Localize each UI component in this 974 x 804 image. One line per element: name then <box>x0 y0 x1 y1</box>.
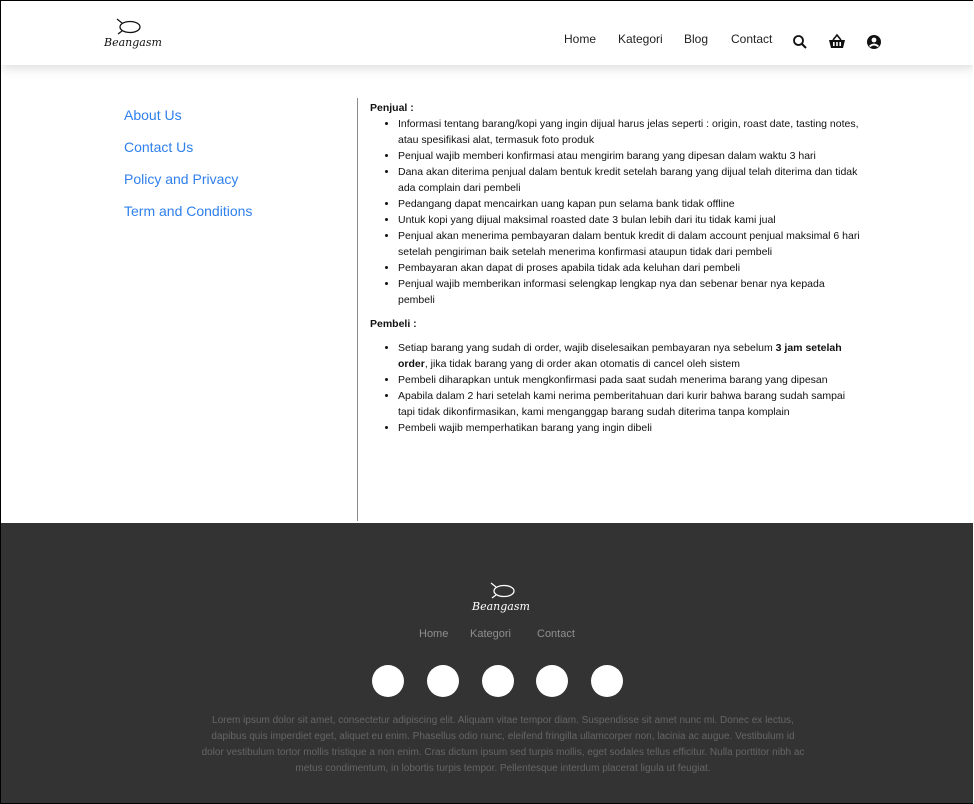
list-item: Informasi tentang barang/kopi yang ingin… <box>398 116 860 148</box>
nav-contact[interactable]: Contact <box>731 32 772 46</box>
list-item: Pembeli wajib memperhatikan barang yang … <box>398 420 860 436</box>
pembeli-first-after: , jika tidak barang yang di order akan o… <box>424 358 741 370</box>
search-icon[interactable] <box>792 34 810 52</box>
pembeli-first-before: Setiap barang yang sudah di order, wajib… <box>398 342 776 354</box>
logo-bean-icon: Beangasm <box>103 18 162 49</box>
social-icon-1[interactable] <box>372 665 404 697</box>
social-icon-2[interactable] <box>427 665 459 697</box>
social-icon-3[interactable] <box>482 665 514 697</box>
nav-blog[interactable]: Blog <box>684 32 708 46</box>
footer-logo-text: Beangasm <box>471 600 530 613</box>
list-item: Setiap barang yang sudah di order, wajib… <box>398 340 860 372</box>
pembeli-list: Setiap barang yang sudah di order, wajib… <box>370 340 860 436</box>
penjual-title: Penjual : <box>370 102 414 114</box>
nav-home[interactable]: Home <box>564 32 596 46</box>
list-item: Untuk kopi yang dijual maksimal roasted … <box>398 212 860 228</box>
social-icon-4[interactable] <box>536 665 568 697</box>
sidebar-link-contact-us[interactable]: Contact Us <box>124 139 193 155</box>
footer-logo[interactable]: Beangasm <box>468 581 538 615</box>
logo-text: Beangasm <box>103 36 162 49</box>
social-icon-5[interactable] <box>591 665 623 697</box>
sidebar-link-about-us[interactable]: About Us <box>124 107 182 123</box>
penjual-list: Informasi tentang barang/kopi yang ingin… <box>370 116 860 308</box>
footer-nav-kategori[interactable]: Kategori <box>470 628 511 640</box>
footer-nav-contact[interactable]: Contact <box>537 628 575 640</box>
basket-icon[interactable] <box>828 33 846 52</box>
sidebar-link-terms-conditions[interactable]: Term and Conditions <box>124 203 252 219</box>
list-item: Penjual wajib memberi konfirmasi atau me… <box>398 148 860 164</box>
pembeli-title: Pembeli : <box>370 318 417 330</box>
list-item: Dana akan diterima penjual dalam bentuk … <box>398 164 860 196</box>
list-item: Pembeli diharapkan untuk mengkonfirmasi … <box>398 372 860 388</box>
site-footer: Beangasm Home Kategori Contact Lorem ips… <box>1 523 973 803</box>
page-frame: Beangasm Home Kategori Blog Contact Abou… <box>0 0 973 804</box>
terms-content: Penjual : Informasi tentang barang/kopi … <box>370 100 860 436</box>
footer-logo-bean-icon: Beangasm <box>471 582 530 613</box>
sidebar-link-policy-privacy[interactable]: Policy and Privacy <box>124 171 238 187</box>
logo[interactable]: Beangasm <box>100 17 170 51</box>
list-item: Apabila dalam 2 hari setelah kami nerima… <box>398 388 860 420</box>
site-header: Beangasm Home Kategori Blog Contact <box>1 1 973 65</box>
content-divider <box>357 98 358 521</box>
user-circle-icon[interactable] <box>866 34 884 52</box>
footer-description: Lorem ipsum dolor sit amet, consectetur … <box>201 715 805 774</box>
list-item: Penjual wajib memberikan informasi selen… <box>398 276 860 308</box>
list-item: Pembayaran akan dapat di proses apabila … <box>398 260 860 276</box>
list-item: Pedangang dapat mencairkan uang kapan pu… <box>398 196 860 212</box>
footer-nav-home[interactable]: Home <box>419 628 448 640</box>
list-item: Penjual akan menerima pembayaran dalam b… <box>398 228 860 260</box>
nav-kategori[interactable]: Kategori <box>618 32 663 46</box>
